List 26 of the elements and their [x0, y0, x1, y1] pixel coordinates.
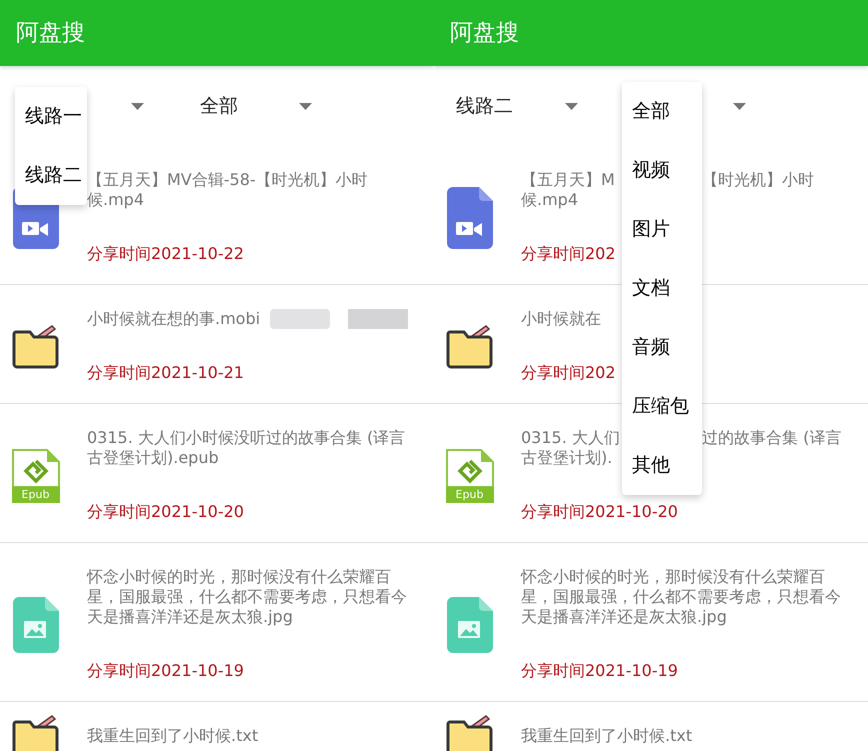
- file-name: 我重生回到了小时候.txt: [87, 726, 258, 746]
- app-title: 阿盘搜: [450, 18, 519, 48]
- share-date: 分享时间202: [521, 244, 617, 264]
- file-name: 【五月天】MV合辑-58-【时光机】小时候.mp4: [87, 170, 369, 210]
- file-name: 我重生回到了小时候.txt: [521, 726, 692, 746]
- file-type-label: Epub: [12, 487, 60, 503]
- file-name: 怀念小时候的时光，那时候没有什么荣耀百星，国服最强，什么都不需要考虑，只想看今天是播喜洋洋还是灰太狼.jpg: [87, 567, 408, 627]
- file-name: 0315. 大人们: [521, 428, 621, 448]
- share-date: 分享时间2021-10-21: [87, 363, 245, 383]
- file-name: 0315. 大人们小时候没听过的故事合集 (译言古登堡计划).epub: [87, 428, 406, 468]
- file-name: 古登堡计划).: [521, 448, 614, 468]
- file-name: 小时候就在想的事.mobi: [87, 309, 260, 329]
- file-name: 怀念小时候的时光，那时候没有什么荣耀百星，国服最强，什么都不需要考虑，只想看今天是播喜洋洋还是灰太狼.jpg: [521, 567, 842, 627]
- share-date: 分享时间2021-10-19: [521, 661, 679, 681]
- file-name: 小时候就在: [521, 309, 602, 329]
- file-name: 【五月天】M: [521, 170, 616, 190]
- file-type-label: Epub: [446, 487, 494, 503]
- app-title: 阿盘搜: [16, 18, 85, 48]
- share-date: 分享时间202: [521, 363, 617, 383]
- share-date: 分享时间2021-10-20: [521, 502, 679, 522]
- share-date: 分享时间2021-10-22: [87, 244, 245, 264]
- file-name: 【时光机】小时: [702, 170, 814, 190]
- file-name: 候.mp4: [521, 190, 580, 210]
- file-name: 过的故事合集 (译言: [702, 428, 842, 448]
- share-date: 分享时间2021-10-19: [87, 661, 245, 681]
- share-date: 分享时间2021-10-20: [87, 502, 245, 522]
